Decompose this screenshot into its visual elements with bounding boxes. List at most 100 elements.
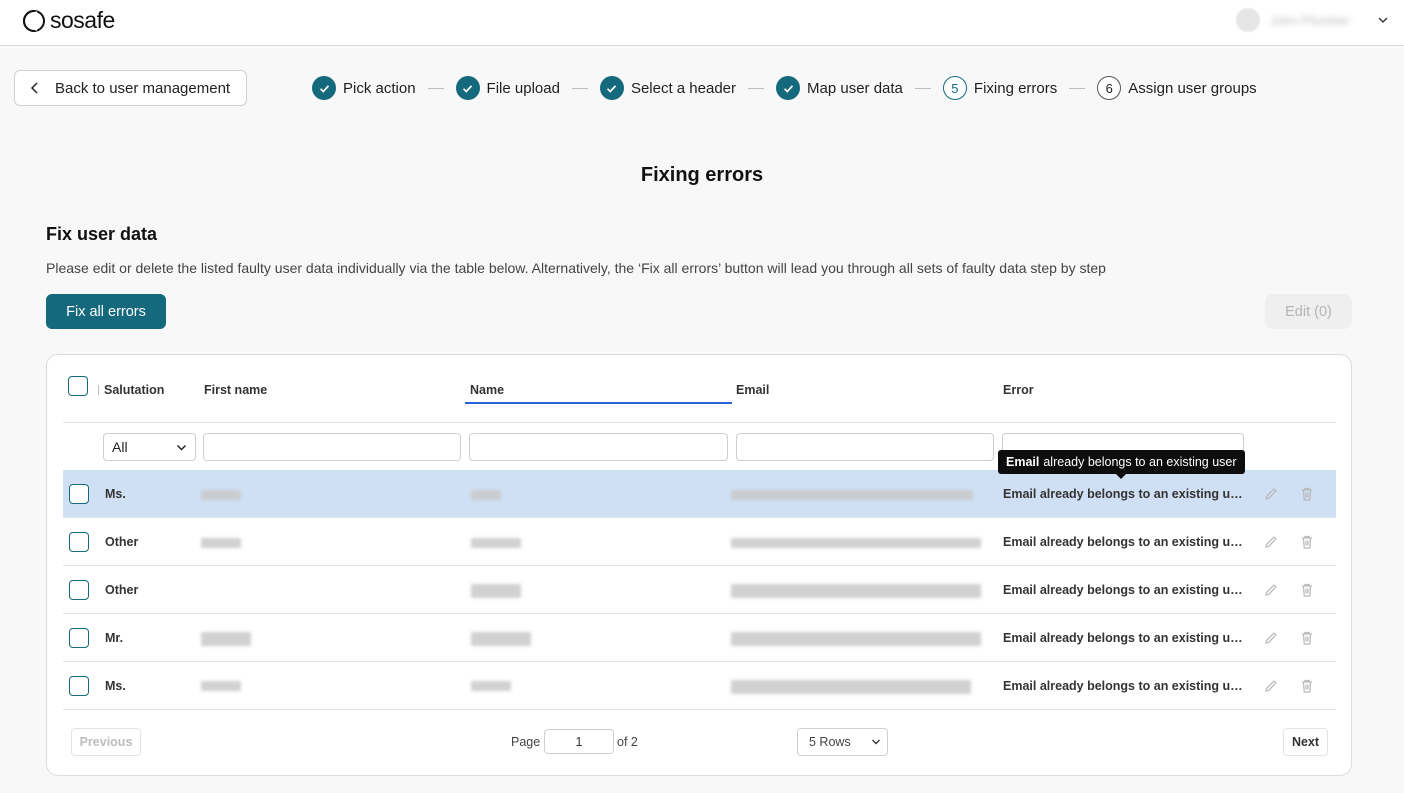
step-label: File upload bbox=[486, 79, 560, 97]
back-to-user-management-button[interactable]: Back to user management bbox=[14, 70, 247, 106]
check-icon bbox=[599, 76, 624, 100]
edit-button[interactable]: Edit (0) bbox=[1265, 294, 1352, 329]
table-row[interactable]: Ms. Email already belongs to an existing… bbox=[63, 662, 1336, 710]
salutation-cell: Ms. bbox=[105, 679, 126, 693]
user-menu[interactable]: John Plumber bbox=[1236, 8, 1390, 32]
first-name-filter-input[interactable] bbox=[203, 433, 461, 461]
step-number: 5 bbox=[942, 76, 967, 100]
name-filter-input[interactable] bbox=[469, 433, 728, 461]
check-icon bbox=[776, 76, 801, 100]
first-name-redacted bbox=[201, 490, 241, 500]
back-button-label: Back to user management bbox=[55, 79, 231, 97]
column-header-error[interactable]: Error bbox=[1003, 383, 1034, 397]
column-header-salutation[interactable]: Salutation bbox=[104, 383, 164, 397]
step-separator bbox=[914, 87, 931, 89]
step-label: Pick action bbox=[343, 79, 416, 97]
page-title: Fixing errors bbox=[640, 164, 764, 186]
column-header-first-name[interactable]: First name bbox=[204, 383, 267, 397]
chevron-down-icon bbox=[176, 444, 187, 451]
salutation-filter-value: All bbox=[112, 439, 128, 455]
name-redacted bbox=[471, 584, 521, 598]
email-redacted bbox=[731, 632, 981, 646]
error-cell: Email already belongs to an existing use… bbox=[1003, 631, 1243, 645]
header-divider bbox=[63, 422, 1336, 423]
row-checkbox[interactable] bbox=[69, 628, 89, 648]
page-label: Page bbox=[511, 735, 541, 749]
step-separator bbox=[427, 87, 444, 89]
step-pick-action: Pick action bbox=[312, 76, 416, 100]
user-name: John Plumber bbox=[1270, 12, 1351, 28]
check-icon bbox=[455, 76, 480, 100]
rows-per-page-select[interactable]: 5 Rows bbox=[797, 728, 888, 756]
name-redacted bbox=[471, 490, 501, 500]
salutation-filter-select[interactable]: All bbox=[103, 433, 196, 461]
page-number-input[interactable] bbox=[544, 729, 614, 754]
step-label: Fixing errors bbox=[973, 79, 1058, 97]
step-assign-user-groups: 6 Assign user groups bbox=[1097, 76, 1257, 100]
row-checkbox[interactable] bbox=[69, 580, 89, 600]
user-data-table: Salutation First name Name Email Error A… bbox=[46, 354, 1352, 776]
email-redacted bbox=[731, 538, 981, 548]
salutation-cell: Other bbox=[105, 583, 139, 597]
rows-per-page-value: 5 Rows bbox=[809, 735, 851, 749]
pencil-icon[interactable] bbox=[1263, 582, 1279, 598]
table-row[interactable]: Other Email already belongs to an existi… bbox=[63, 518, 1336, 566]
error-tooltip: Email already belongs to an existing use… bbox=[998, 450, 1245, 479]
avatar bbox=[1236, 8, 1260, 32]
table-row[interactable]: Other Email already belongs to an existi… bbox=[63, 566, 1336, 614]
select-all-checkbox[interactable] bbox=[68, 376, 88, 396]
tooltip-text: already belongs to an existing user bbox=[1043, 455, 1237, 469]
step-select-header: Select a header bbox=[599, 76, 736, 100]
email-redacted bbox=[731, 584, 981, 598]
pencil-icon[interactable] bbox=[1263, 486, 1279, 502]
logo-text: sosafe bbox=[50, 7, 115, 33]
column-resize-handle[interactable] bbox=[98, 385, 99, 395]
trash-icon[interactable] bbox=[1299, 486, 1315, 502]
chevron-left-icon bbox=[30, 82, 38, 94]
first-name-redacted bbox=[201, 632, 251, 646]
active-column-indicator bbox=[465, 402, 732, 404]
column-header-name[interactable]: Name bbox=[470, 383, 504, 397]
table-row[interactable]: Mr. Email already belongs to an existing… bbox=[63, 614, 1336, 662]
email-redacted bbox=[731, 490, 973, 500]
row-checkbox[interactable] bbox=[69, 676, 89, 696]
error-cell: Email already belongs to an existing use… bbox=[1003, 487, 1243, 501]
step-label: Map user data bbox=[807, 79, 903, 97]
page-total-label: of 2 bbox=[617, 735, 638, 749]
salutation-cell: Mr. bbox=[105, 631, 124, 645]
step-fixing-errors: 5 Fixing errors bbox=[942, 76, 1058, 100]
pencil-icon[interactable] bbox=[1263, 534, 1279, 550]
top-bar: sosafe John Plumber bbox=[0, 0, 1404, 46]
column-header-email[interactable]: Email bbox=[736, 383, 769, 397]
sosafe-logo[interactable]: sosafe bbox=[22, 7, 115, 34]
step-map-user-data: Map user data bbox=[776, 76, 903, 100]
chevron-down-icon bbox=[872, 739, 880, 745]
name-redacted bbox=[471, 632, 531, 646]
name-redacted bbox=[471, 681, 511, 691]
salutation-cell: Other bbox=[105, 535, 139, 549]
previous-page-button[interactable]: Previous bbox=[71, 728, 141, 756]
table-row[interactable]: Ms. Email already belongs to an existing… bbox=[63, 470, 1336, 518]
name-redacted bbox=[471, 538, 521, 548]
logo-mark-icon bbox=[23, 9, 45, 32]
error-cell: Email already belongs to an existing us.… bbox=[1003, 583, 1243, 597]
trash-icon[interactable] bbox=[1299, 630, 1315, 646]
trash-icon[interactable] bbox=[1299, 534, 1315, 550]
trash-icon[interactable] bbox=[1299, 678, 1315, 694]
row-checkbox[interactable] bbox=[69, 484, 89, 504]
trash-icon[interactable] bbox=[1299, 582, 1315, 598]
tooltip-bold-text: Email bbox=[1006, 455, 1040, 469]
row-checkbox[interactable] bbox=[69, 532, 89, 552]
email-redacted bbox=[731, 680, 971, 694]
section-title: Fix user data bbox=[46, 224, 158, 244]
next-page-button[interactable]: Next bbox=[1283, 728, 1328, 756]
step-number: 6 bbox=[1097, 76, 1122, 100]
salutation-cell: Ms. bbox=[105, 487, 126, 501]
pencil-icon[interactable] bbox=[1263, 678, 1279, 694]
pencil-icon[interactable] bbox=[1263, 630, 1279, 646]
step-separator bbox=[571, 87, 588, 89]
first-name-redacted bbox=[201, 681, 241, 691]
fix-all-errors-button[interactable]: Fix all errors bbox=[46, 294, 166, 329]
email-filter-input[interactable] bbox=[736, 433, 994, 461]
first-name-redacted bbox=[201, 538, 241, 548]
